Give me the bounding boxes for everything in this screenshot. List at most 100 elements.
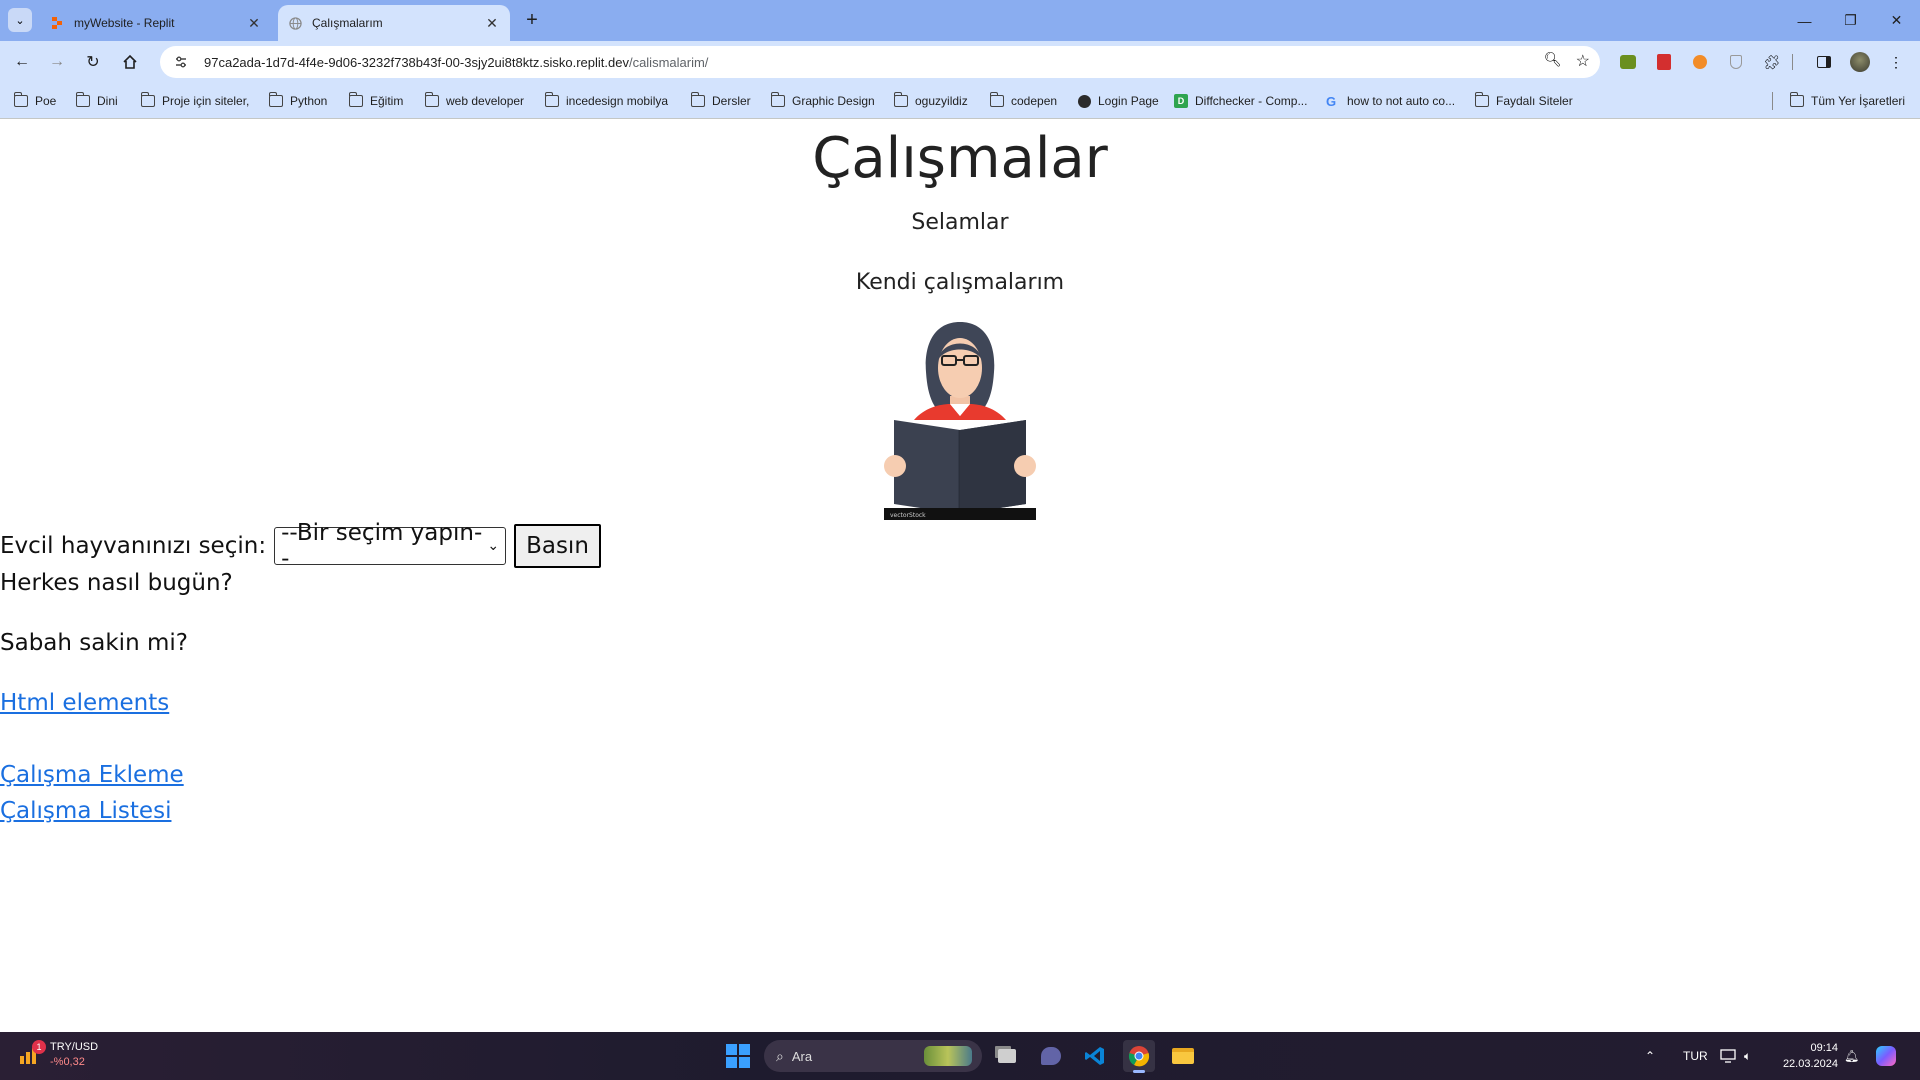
bookmark-label: Python — [290, 94, 328, 108]
pet-form: Evcil hayvanınızı seçin: --Bir seçim yap… — [0, 520, 601, 572]
toolbar-divider — [1792, 54, 1793, 70]
subtitle-text: Kendi çalışmalarım — [855, 270, 1065, 295]
notifications-icon[interactable]: 🔔︎ — [1844, 1040, 1859, 1072]
bookmark-poe[interactable]: Poe — [13, 92, 57, 110]
zoom-icon[interactable]: 🔍︎ — [1544, 51, 1562, 71]
url-text: 97ca2ada-1d7d-4f4e-9d06-3232f738b43f-00-… — [204, 55, 708, 70]
question-text-2: Sabah sakin mi? — [0, 630, 188, 656]
tab-mywebsite[interactable]: myWebsite - Replit ✕ — [40, 5, 272, 41]
folder-icon — [1789, 92, 1804, 107]
add-work-link[interactable]: Çalışma Ekleme — [0, 762, 184, 788]
search-highlight-image — [924, 1046, 972, 1066]
minimize-icon[interactable]: — — [1782, 0, 1827, 41]
close-window-icon[interactable]: ✕ — [1874, 0, 1919, 41]
replit-icon — [50, 16, 64, 30]
bookmark-star-icon[interactable]: ☆ — [1576, 51, 1590, 71]
tab-search-button[interactable]: ⌄ — [8, 8, 32, 32]
task-view-icon[interactable] — [991, 1040, 1023, 1072]
bookmark-how-to[interactable]: Ghow to not auto co... — [1326, 92, 1455, 110]
site-settings-icon[interactable] — [170, 51, 192, 73]
bookmark-label: Tüm Yer İşaretleri — [1811, 94, 1906, 108]
close-icon[interactable]: ✕ — [484, 15, 500, 31]
pet-select-label: Evcil hayvanınızı seçin: — [0, 533, 267, 559]
back-icon[interactable]: ← — [8, 48, 36, 76]
extension-red-icon[interactable] — [1654, 52, 1674, 72]
reading-woman-illustration: vectorStock — [884, 322, 1036, 520]
currency-widget[interactable]: 1 TRY/USD -%0,32 — [18, 1040, 98, 1070]
menu-kebab-icon[interactable]: ⋮ — [1886, 52, 1906, 72]
windows-start-icon[interactable] — [726, 1044, 750, 1068]
folder-icon — [690, 92, 705, 107]
diffchecker-icon: D — [1174, 94, 1188, 108]
bookmark-label: Poe — [35, 94, 57, 108]
pet-select[interactable]: --Bir seçim yapın-- ⌄ — [274, 520, 507, 572]
bookmark-label: Diffchecker - Comp... — [1195, 94, 1308, 108]
bookmark-graphic-design[interactable]: Graphic Design — [770, 92, 875, 110]
currency-pair: TRY/USD — [50, 1041, 99, 1053]
bookmarks-divider — [1772, 92, 1773, 110]
bookmark-label: Eğitim — [370, 94, 404, 108]
network-icon[interactable] — [1720, 1040, 1736, 1072]
bookmark-python[interactable]: Python — [268, 92, 328, 110]
html-elements-link[interactable]: Html elements — [0, 690, 169, 716]
new-tab-button[interactable]: + — [520, 9, 544, 33]
vscode-icon[interactable] — [1079, 1040, 1111, 1072]
bookmark-faydali-siteler[interactable]: Faydalı Siteler — [1474, 92, 1573, 110]
taskbar-search[interactable]: ⌕ Ara — [764, 1040, 982, 1072]
teams-chat-icon[interactable] — [1035, 1040, 1067, 1072]
folder-icon — [140, 92, 155, 107]
bookmark-label: Proje için siteler, — [162, 94, 250, 108]
avatar[interactable] — [1850, 52, 1870, 72]
bookmark-label: Dersler — [712, 94, 751, 108]
home-icon[interactable] — [116, 48, 144, 76]
bookmark-diffchecker[interactable]: D Diffchecker - Comp... — [1174, 92, 1307, 110]
extension-orange-icon[interactable] — [1690, 52, 1710, 72]
submit-button[interactable]: Basın — [514, 524, 601, 568]
pet-select-value: --Bir seçim yapın-- — [281, 520, 483, 572]
currency-chart-icon: 1 — [18, 1040, 46, 1066]
side-panel-icon[interactable] — [1814, 52, 1834, 72]
forward-icon[interactable]: → — [43, 48, 71, 76]
bookmark-proje[interactable]: Proje için siteler, — [140, 92, 250, 110]
reload-icon[interactable]: ↻ — [79, 48, 107, 76]
bookmark-dini[interactable]: Dini — [75, 92, 118, 110]
extensions-puzzle-icon[interactable]: 🧩︎ — [1762, 52, 1782, 72]
page-title: Çalışmalar — [812, 126, 1108, 191]
folder-icon — [75, 92, 90, 107]
bookmark-label: how to not auto co... — [1347, 94, 1456, 108]
browser-toolbar: ← → ↻ 97ca2ada-1d7d-4f4e-9d06-3232f738b4… — [0, 41, 1920, 83]
bookmark-web-developer[interactable]: web developer — [424, 92, 524, 110]
volume-icon[interactable]: 🔈︎ — [1744, 1040, 1751, 1072]
bookmark-login-page[interactable]: Login Page — [1078, 92, 1159, 110]
address-bar[interactable]: 97ca2ada-1d7d-4f4e-9d06-3232f738b43f-00-… — [160, 46, 1600, 78]
system-clock[interactable]: 09:14 22.03.2024 — [1774, 1040, 1838, 1072]
shield-icon[interactable] — [1726, 52, 1746, 72]
bookmark-incedesign[interactable]: incedesign mobilya — [544, 92, 668, 110]
bookmark-label: Faydalı Siteler — [1496, 94, 1573, 108]
copilot-icon[interactable] — [1876, 1040, 1896, 1072]
bookmark-codepen[interactable]: codepen — [989, 92, 1057, 110]
tab-title: myWebsite - Replit — [74, 16, 175, 30]
watermark-text: vectorStock — [890, 512, 926, 519]
tray-overflow-icon[interactable]: ⌃ — [1645, 1040, 1655, 1072]
all-bookmarks[interactable]: Tüm Yer İşaretleri — [1789, 92, 1906, 110]
bookmark-oguzyildiz[interactable]: oguzyildiz — [893, 92, 968, 110]
language-indicator[interactable]: TUR — [1683, 1040, 1708, 1072]
work-list-link[interactable]: Çalışma Listesi — [0, 798, 171, 824]
url-host: 97ca2ada-1d7d-4f4e-9d06-3232f738b43f-00-… — [204, 54, 629, 70]
folder-icon — [544, 92, 559, 107]
bookmark-egitim[interactable]: Eğitim — [348, 92, 404, 110]
question-text-1: Herkes nasıl bugün? — [0, 570, 233, 596]
tab-calismalarim[interactable]: Çalışmalarım ✕ — [278, 5, 510, 41]
bookmark-dersler[interactable]: Dersler — [690, 92, 751, 110]
chrome-icon[interactable] — [1123, 1040, 1155, 1073]
clock-time: 09:14 — [1810, 1042, 1838, 1054]
extension-green-icon[interactable] — [1618, 52, 1638, 72]
file-explorer-icon[interactable] — [1167, 1040, 1199, 1072]
close-icon[interactable]: ✕ — [246, 15, 262, 31]
folder-icon — [348, 92, 363, 107]
taskbar: 1 TRY/USD -%0,32 ⌕ Ara ⌃ TUR 🔈︎ 09:14 22… — [0, 1032, 1920, 1080]
bookmark-label: Login Page — [1098, 94, 1159, 108]
restore-icon[interactable]: ❐ — [1828, 0, 1873, 41]
folder-icon — [424, 92, 439, 107]
